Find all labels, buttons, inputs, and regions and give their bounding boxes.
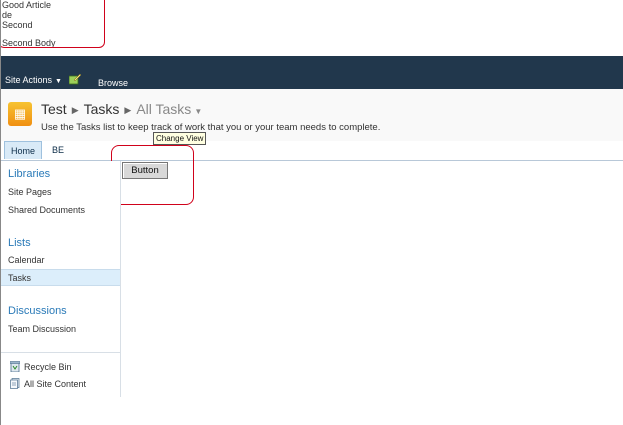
site-actions-menu[interactable]: Site Actions ▼ <box>5 75 62 85</box>
chevron-right-icon: ▶ <box>71 105 79 115</box>
nav-item-all-site-content[interactable]: All Site Content <box>24 379 86 389</box>
site-logo-icon[interactable]: ▦ <box>8 102 32 126</box>
nav-item-tasks[interactable]: Tasks <box>8 273 31 283</box>
caret-down-icon: ▼ <box>55 78 62 85</box>
recycle-bin-icon <box>10 361 20 372</box>
top-nav <box>0 141 623 161</box>
chevron-down-icon[interactable]: ▼ <box>194 107 202 116</box>
browse-tab[interactable]: Browse <box>98 78 128 88</box>
window-edge <box>0 0 1 425</box>
nav-item-recycle-bin[interactable]: Recycle Bin <box>24 362 72 372</box>
annotation-highlight <box>0 0 105 48</box>
nav-item-team-discussion[interactable]: Team Discussion <box>8 324 76 334</box>
nav-heading-lists[interactable]: Lists <box>8 237 31 249</box>
list-description: Use the Tasks list to keep track of work… <box>41 122 381 133</box>
nav-heading-discussions[interactable]: Discussions <box>8 305 67 317</box>
breadcrumb-site[interactable]: Test <box>41 101 67 117</box>
nav-divider <box>0 352 120 353</box>
nav-item-site-pages[interactable]: Site Pages <box>8 187 52 197</box>
chevron-right-icon: ▶ <box>124 105 132 115</box>
tab-be[interactable]: BE <box>52 145 64 155</box>
breadcrumb-list[interactable]: Tasks <box>84 101 120 117</box>
ribbon-bar <box>0 56 623 89</box>
tab-home[interactable]: Home <box>4 141 42 159</box>
nav-heading-libraries[interactable]: Libraries <box>8 168 50 180</box>
annotation-highlight <box>111 145 194 205</box>
change-view-tooltip: Change View <box>153 132 207 145</box>
breadcrumb-view[interactable]: All Tasks <box>136 101 191 117</box>
site-content-icon <box>10 378 20 389</box>
edit-page-icon[interactable] <box>69 74 81 85</box>
article-area: Good Article de Second Second Body <box>0 0 623 56</box>
site-actions-label: Site Actions <box>5 75 53 85</box>
breadcrumb: Test ▶ Tasks ▶ All Tasks ▼ <box>41 101 202 117</box>
nav-item-calendar[interactable]: Calendar <box>8 255 45 265</box>
nav-item-shared-documents[interactable]: Shared Documents <box>8 205 85 215</box>
